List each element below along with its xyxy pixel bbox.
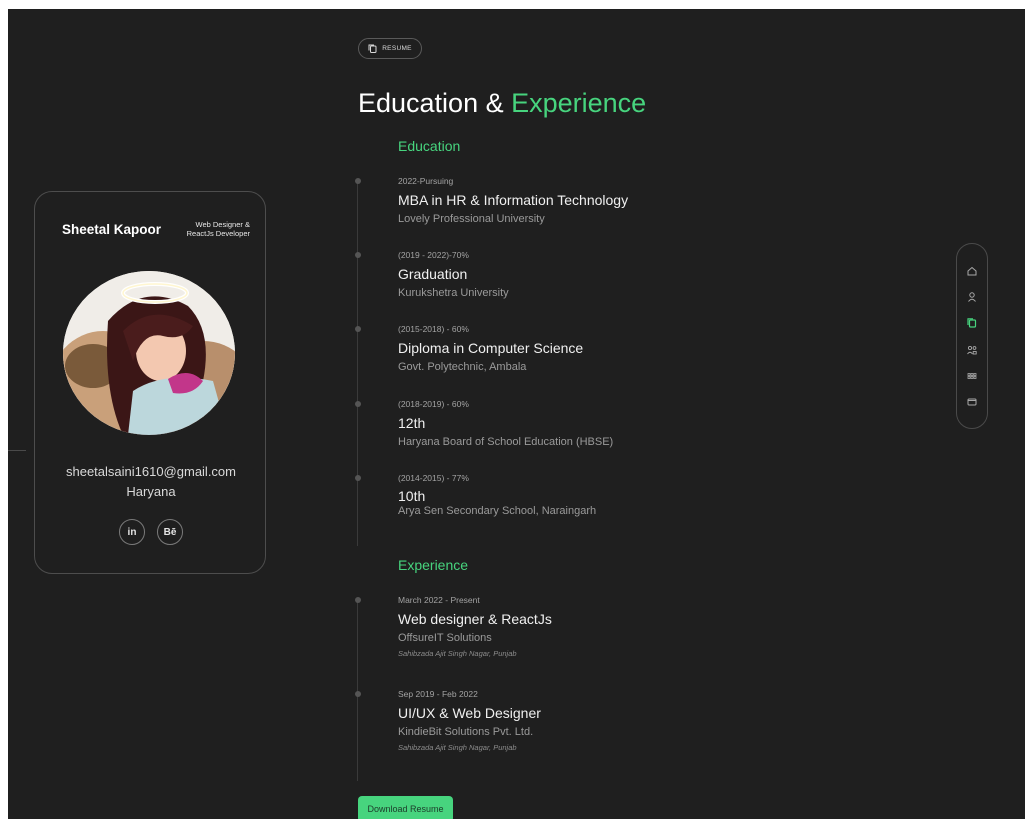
- mail-icon[interactable]: [966, 395, 978, 407]
- timeline-dot: [355, 401, 361, 407]
- timeline-dot: [355, 475, 361, 481]
- timeline-dot: [355, 597, 361, 603]
- experience-company: KindieBit Solutions Pvt. Ltd.: [398, 726, 534, 738]
- avatar: [63, 271, 235, 435]
- education-degree: Graduation: [398, 266, 468, 282]
- profile-name: Sheetal Kapoor: [62, 222, 162, 237]
- education-degree: MBA in HR & Information Technology: [398, 192, 629, 208]
- services-icon[interactable]: [966, 343, 978, 355]
- resume-icon[interactable]: [966, 316, 978, 328]
- user-icon[interactable]: [966, 290, 978, 302]
- education-timeline: [357, 181, 358, 546]
- experience-period: March 2022 - Present: [398, 595, 480, 605]
- page-title-main: Education &: [358, 88, 512, 118]
- profile-role: Web Designer & ReactJs Developer: [170, 220, 250, 238]
- profile-email: sheetalsaini1610@gmail.com: [65, 464, 236, 479]
- education-item: (2015-2018) - 60% Diploma in Computer Sc…: [355, 324, 584, 373]
- experience-period: Sep 2019 - Feb 2022: [398, 689, 478, 699]
- experience-item: Sep 2019 - Feb 2022 UI/UX & Web Designer…: [355, 689, 541, 752]
- profile-role-line2: ReactJs Developer: [186, 229, 250, 238]
- experience-item: March 2022 - Present Web designer & Reac…: [355, 595, 552, 658]
- timeline-dot: [355, 326, 361, 332]
- education-title: Education: [398, 138, 461, 154]
- education-degree: Diploma in Computer Science: [398, 340, 584, 356]
- resume-chip-label: RESUME: [382, 45, 412, 52]
- timeline-dot: [355, 252, 361, 258]
- timeline-dot: [355, 691, 361, 697]
- education-institution: Kurukshetra University: [398, 287, 509, 299]
- experience-title: Experience: [398, 557, 469, 573]
- avatar-illustration: [63, 271, 235, 435]
- education-degree: 10th: [398, 488, 426, 504]
- side-nav: [956, 243, 988, 429]
- education-item: (2014-2015) - 77% 10th Arya Sen Secondar…: [355, 473, 597, 517]
- profile-role-line1: Web Designer &: [195, 220, 250, 229]
- experience-timeline: [357, 599, 358, 781]
- experience-location: Sahibzada Ajit Singh Nagar, Punjab: [398, 743, 517, 752]
- edge-divider: [8, 450, 26, 451]
- linkedin-icon[interactable]: in: [119, 519, 145, 545]
- education-period: 2022-Pursuing: [398, 176, 454, 186]
- experience-role: UI/UX & Web Designer: [398, 705, 541, 721]
- education-institution: Haryana Board of School Education (HBSE): [398, 436, 614, 448]
- portfolio-icon[interactable]: [966, 369, 978, 381]
- page-frame: Sheetal Kapoor Web Designer & ReactJs De…: [8, 9, 1025, 819]
- education-period: (2014-2015) - 77%: [398, 473, 469, 483]
- page-title-accent: Experience: [511, 88, 647, 118]
- profile-location: Haryana: [126, 484, 176, 499]
- education-item: 2022-Pursuing MBA in HR & Information Te…: [355, 176, 629, 225]
- page-title: Education & Experience: [358, 88, 646, 119]
- download-resume-button[interactable]: Download Resume: [358, 796, 453, 819]
- education-institution: Lovely Professional University: [398, 213, 545, 225]
- education-period: (2015-2018) - 60%: [398, 324, 469, 334]
- education-institution: Govt. Polytechnic, Ambala: [398, 361, 527, 373]
- education-period: (2019 - 2022)-70%: [398, 250, 469, 260]
- education-degree: 12th: [398, 415, 426, 431]
- experience-location: Sahibzada Ajit Singh Nagar, Punjab: [398, 649, 517, 658]
- behance-icon[interactable]: Bē: [157, 519, 183, 545]
- resume-chip: RESUME: [358, 38, 422, 59]
- education-institution: Arya Sen Secondary School, Naraingarh: [398, 505, 597, 517]
- timeline-dot: [355, 178, 361, 184]
- experience-company: OffsureIT Solutions: [398, 632, 492, 644]
- education-period: (2018-2019) - 60%: [398, 399, 469, 409]
- education-item: (2018-2019) - 60% 12th Haryana Board of …: [355, 399, 614, 448]
- resume-icon: [368, 44, 377, 53]
- profile-card: Sheetal Kapoor Web Designer & ReactJs De…: [34, 191, 266, 574]
- experience-role: Web designer & ReactJs: [398, 611, 552, 627]
- education-item: (2019 - 2022)-70% Graduation Kurukshetra…: [355, 250, 509, 299]
- home-icon[interactable]: [966, 264, 978, 276]
